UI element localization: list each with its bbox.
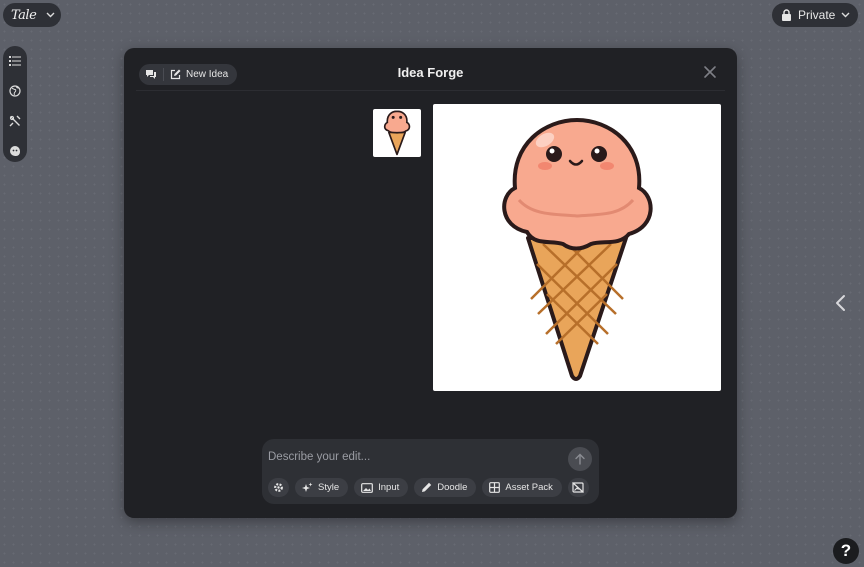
style-label: Style — [318, 482, 340, 493]
lock-icon — [781, 9, 792, 21]
image-off-icon — [572, 482, 585, 493]
app-logo-menu[interactable]: Tale — [3, 3, 61, 27]
ice-cream-cone-image — [502, 117, 653, 381]
chevron-left-icon[interactable] — [834, 294, 848, 312]
pencil-icon — [421, 482, 432, 493]
help-button[interactable]: ? — [833, 538, 859, 564]
asset-pack-label: Asset Pack — [505, 482, 553, 493]
sticker-icon[interactable] — [6, 142, 24, 160]
send-button[interactable] — [568, 447, 592, 471]
list-icon[interactable] — [6, 52, 24, 70]
privacy-label: Private — [798, 8, 836, 22]
remove-background-button[interactable] — [567, 478, 589, 497]
modal-header: New Idea Idea Forge — [136, 48, 725, 91]
settings-button[interactable] — [268, 478, 289, 497]
image-thumbnail[interactable] — [373, 109, 421, 157]
edit-prompt-input[interactable] — [268, 447, 563, 467]
ice-cream-thumbnail-image — [383, 110, 411, 156]
arrow-up-icon — [575, 453, 585, 465]
grid-icon — [489, 482, 501, 493]
chevron-down-icon — [841, 12, 850, 18]
input-label: Input — [378, 482, 400, 493]
asset-pack-button[interactable]: Asset Pack — [482, 478, 562, 497]
prompt-composer: Style Input Doodle Asset Pack — [262, 439, 599, 504]
privacy-dropdown[interactable]: Private — [772, 3, 858, 27]
idea-forge-modal: New Idea Idea Forge Describe your edit..… — [124, 48, 737, 518]
close-icon[interactable] — [703, 65, 717, 79]
modal-title: Idea Forge — [397, 65, 464, 80]
style-button[interactable]: Style — [295, 478, 349, 497]
input-button[interactable]: Input — [354, 478, 409, 497]
gear-icon — [273, 482, 284, 493]
app-logo: Tale — [11, 7, 37, 23]
sparkles-icon — [302, 482, 313, 493]
generated-image[interactable] — [433, 104, 721, 391]
left-toolbar — [3, 46, 27, 162]
doodle-button[interactable]: Doodle — [414, 478, 477, 497]
tools-icon[interactable] — [6, 112, 24, 130]
prompt-options: Style Input Doodle Asset Pack — [268, 478, 589, 497]
chevron-down-icon — [46, 12, 55, 18]
doodle-label: Doodle — [437, 482, 468, 493]
globe-icon[interactable] — [6, 82, 24, 100]
image-icon — [361, 482, 374, 493]
